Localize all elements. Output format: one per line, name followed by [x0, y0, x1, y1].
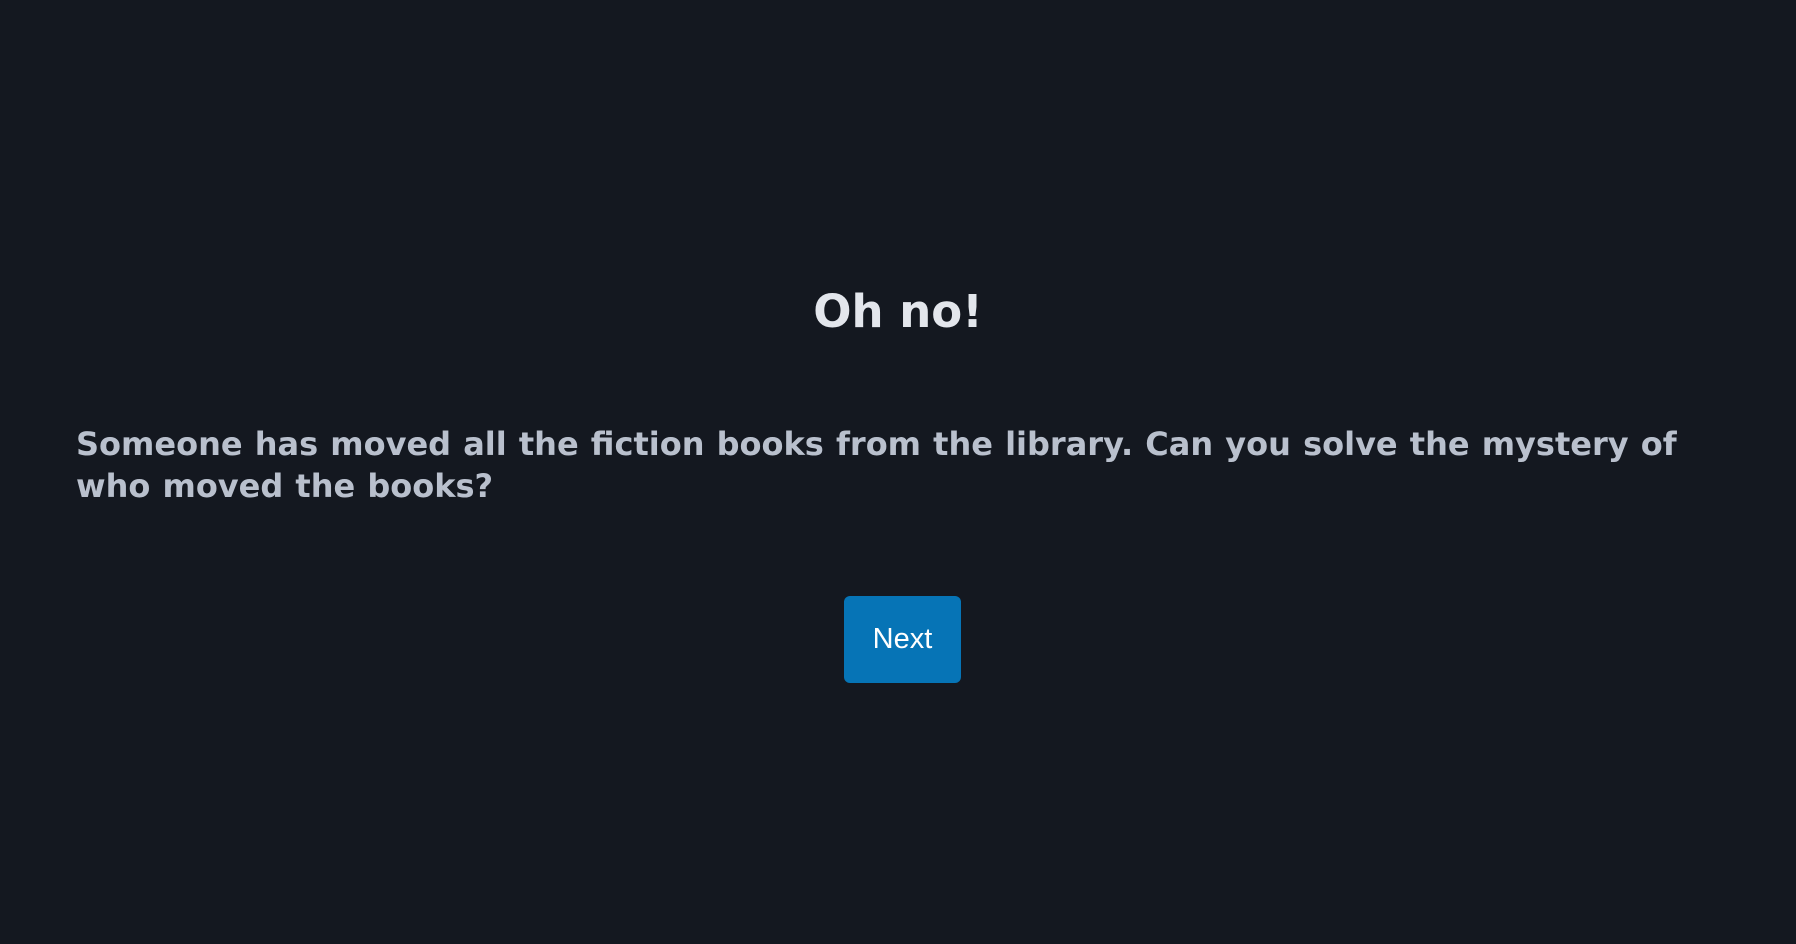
next-button[interactable]: Next [844, 596, 961, 683]
story-text: Someone has moved all the fiction books … [76, 425, 1677, 505]
page-title: Oh no! [813, 285, 983, 338]
intro-screen: Oh no! Someone has moved all the fiction… [0, 0, 1796, 944]
